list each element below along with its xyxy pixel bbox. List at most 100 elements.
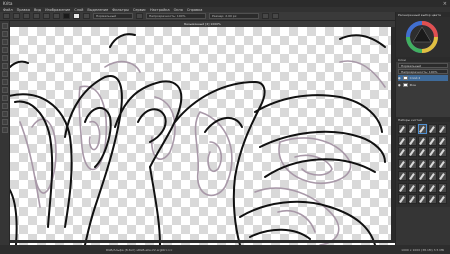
brush-preset-item[interactable] (428, 159, 437, 170)
brush-icon[interactable] (1, 31, 8, 37)
brush-preset-item[interactable] (438, 159, 447, 170)
brush-preset-item[interactable] (438, 124, 447, 134)
gradient-icon[interactable] (1, 71, 8, 77)
brush-preset-item[interactable] (438, 182, 447, 193)
save-icon[interactable] (23, 13, 30, 19)
menu-image[interactable]: Изображение (45, 8, 70, 12)
visibility-icon[interactable]: ● (398, 83, 401, 87)
brush-preset-item[interactable] (398, 147, 407, 158)
zoom-icon[interactable] (1, 119, 8, 125)
brush-preset-item[interactable] (418, 170, 427, 181)
eraser-icon[interactable] (136, 13, 143, 19)
layers-panel: Нормальный Непрозрачность: 100% ● Слой 2… (396, 62, 450, 117)
brush-preset-item[interactable] (398, 135, 407, 146)
ellipse-icon[interactable] (1, 55, 8, 61)
brush-preset-item[interactable] (418, 159, 427, 170)
gradient-icon[interactable] (53, 13, 60, 19)
rect-icon[interactable] (1, 47, 8, 53)
crop-icon[interactable] (1, 95, 8, 101)
mirror-v-icon[interactable] (272, 13, 279, 19)
brush-preset-item[interactable] (428, 135, 437, 146)
menu-layer[interactable]: Слой (74, 8, 83, 12)
drawing-canvas[interactable] (10, 27, 395, 245)
blend-mode-select[interactable]: Нормальный (93, 13, 133, 19)
brush-preset-item[interactable] (408, 159, 417, 170)
menu-window[interactable]: Окно (174, 8, 183, 12)
image-size-status: 1000 x 1000 (38.1M) 3.5 МБ (401, 247, 444, 252)
eyedropper-icon[interactable] (1, 111, 8, 117)
brush-preset-item[interactable] (428, 194, 437, 205)
brush-preset-item[interactable] (398, 124, 407, 134)
brush-preset-item[interactable] (418, 182, 427, 193)
brush-preset-item[interactable] (408, 147, 417, 158)
menu-tools[interactable]: Сервис (133, 8, 146, 12)
presets-dock-title: Наборы кистей (398, 117, 422, 122)
menu-settings[interactable]: Настройка (150, 8, 170, 12)
menu-file[interactable]: Файл (3, 8, 13, 12)
brush-preset-icon[interactable] (83, 13, 90, 19)
horizontal-scrollbar[interactable] (10, 240, 395, 243)
layer-blend-select[interactable]: Нормальный (398, 63, 448, 68)
mirror-h-icon[interactable] (262, 13, 269, 19)
options-toolbar: Нормальный Непрозрачность: 100% Размер: … (0, 12, 450, 21)
brush-preset-item[interactable] (398, 182, 407, 193)
status-bar: RGB/Альфа (8-бит) sRGB-elle-V2-srgbtrc.i… (0, 245, 450, 254)
brush-presets-panel (396, 122, 450, 207)
toolbox (0, 21, 10, 245)
brush-preset-item[interactable] (418, 124, 427, 134)
fill-icon[interactable] (1, 63, 8, 69)
undo-icon[interactable] (33, 13, 40, 19)
app-title: Krita (3, 1, 13, 6)
opacity-slider[interactable]: Непрозрачность: 100% (146, 13, 206, 19)
open-icon[interactable] (13, 13, 20, 19)
color-wheel[interactable] (396, 17, 450, 57)
brush-preset-item[interactable] (428, 147, 437, 158)
brush-preset-item[interactable] (398, 194, 407, 205)
brush-preset-item[interactable] (398, 170, 407, 181)
brush-preset-item[interactable] (418, 135, 427, 146)
brush-preset-item[interactable] (418, 194, 427, 205)
menu-filters[interactable]: Фильтры (112, 8, 129, 12)
layer-row[interactable]: ● Фон (398, 82, 448, 88)
brush-preset-item[interactable] (408, 194, 417, 205)
brush-preset-item[interactable] (398, 159, 407, 170)
visibility-icon[interactable]: ● (398, 76, 401, 80)
menu-edit[interactable]: Правка (17, 8, 30, 12)
menu-select[interactable]: Выделение (87, 8, 108, 12)
pan-icon[interactable] (1, 127, 8, 133)
right-dock: Расширенный выбор цвета Слои Нормальный … (395, 12, 450, 245)
brush-preset-item[interactable] (408, 135, 417, 146)
brush-preset-item[interactable] (408, 182, 417, 193)
advanced-color-selector[interactable] (396, 17, 450, 57)
brush-preset-item[interactable] (438, 194, 447, 205)
menu-view[interactable]: Вид (34, 8, 41, 12)
layer-row[interactable]: ● Слой 2 (398, 75, 448, 81)
move-icon[interactable] (1, 79, 8, 85)
foreground-color-swatch[interactable] (63, 13, 70, 19)
transform-icon[interactable] (1, 87, 8, 93)
brush-preset-item[interactable] (428, 182, 437, 193)
redo-icon[interactable] (43, 13, 50, 19)
brush-preset-item[interactable] (428, 170, 437, 181)
layer-opacity-slider[interactable]: Непрозрачность: 100% (398, 69, 448, 74)
brush-preset-item[interactable] (438, 170, 447, 181)
new-doc-icon[interactable] (3, 13, 10, 19)
brush-preset-item[interactable] (408, 170, 417, 181)
brush-preset-item[interactable] (438, 147, 447, 158)
brush-preset-item[interactable] (428, 124, 437, 134)
layer-thumbnail (402, 76, 408, 80)
brush-preset-item[interactable] (418, 147, 427, 158)
menu-help[interactable]: Справка (187, 8, 202, 12)
layer-name: Фон (409, 83, 417, 87)
background-color-swatch[interactable] (73, 13, 80, 19)
color-dock-title: Расширенный выбор цвета (398, 12, 441, 17)
select-icon[interactable] (1, 23, 8, 29)
brush-preset-item[interactable] (408, 124, 417, 134)
size-slider[interactable]: Размер: 2.00 px (209, 13, 259, 19)
brush-preset-item[interactable] (438, 135, 447, 146)
title-bar: Krita × (0, 0, 450, 7)
text-icon[interactable] (1, 103, 8, 109)
close-icon[interactable]: × (443, 1, 447, 7)
color-profile-status: RGB/Альфа (8-бит) sRGB-elle-V2-srgbtrc.i… (106, 247, 173, 252)
line-icon[interactable] (1, 39, 8, 45)
